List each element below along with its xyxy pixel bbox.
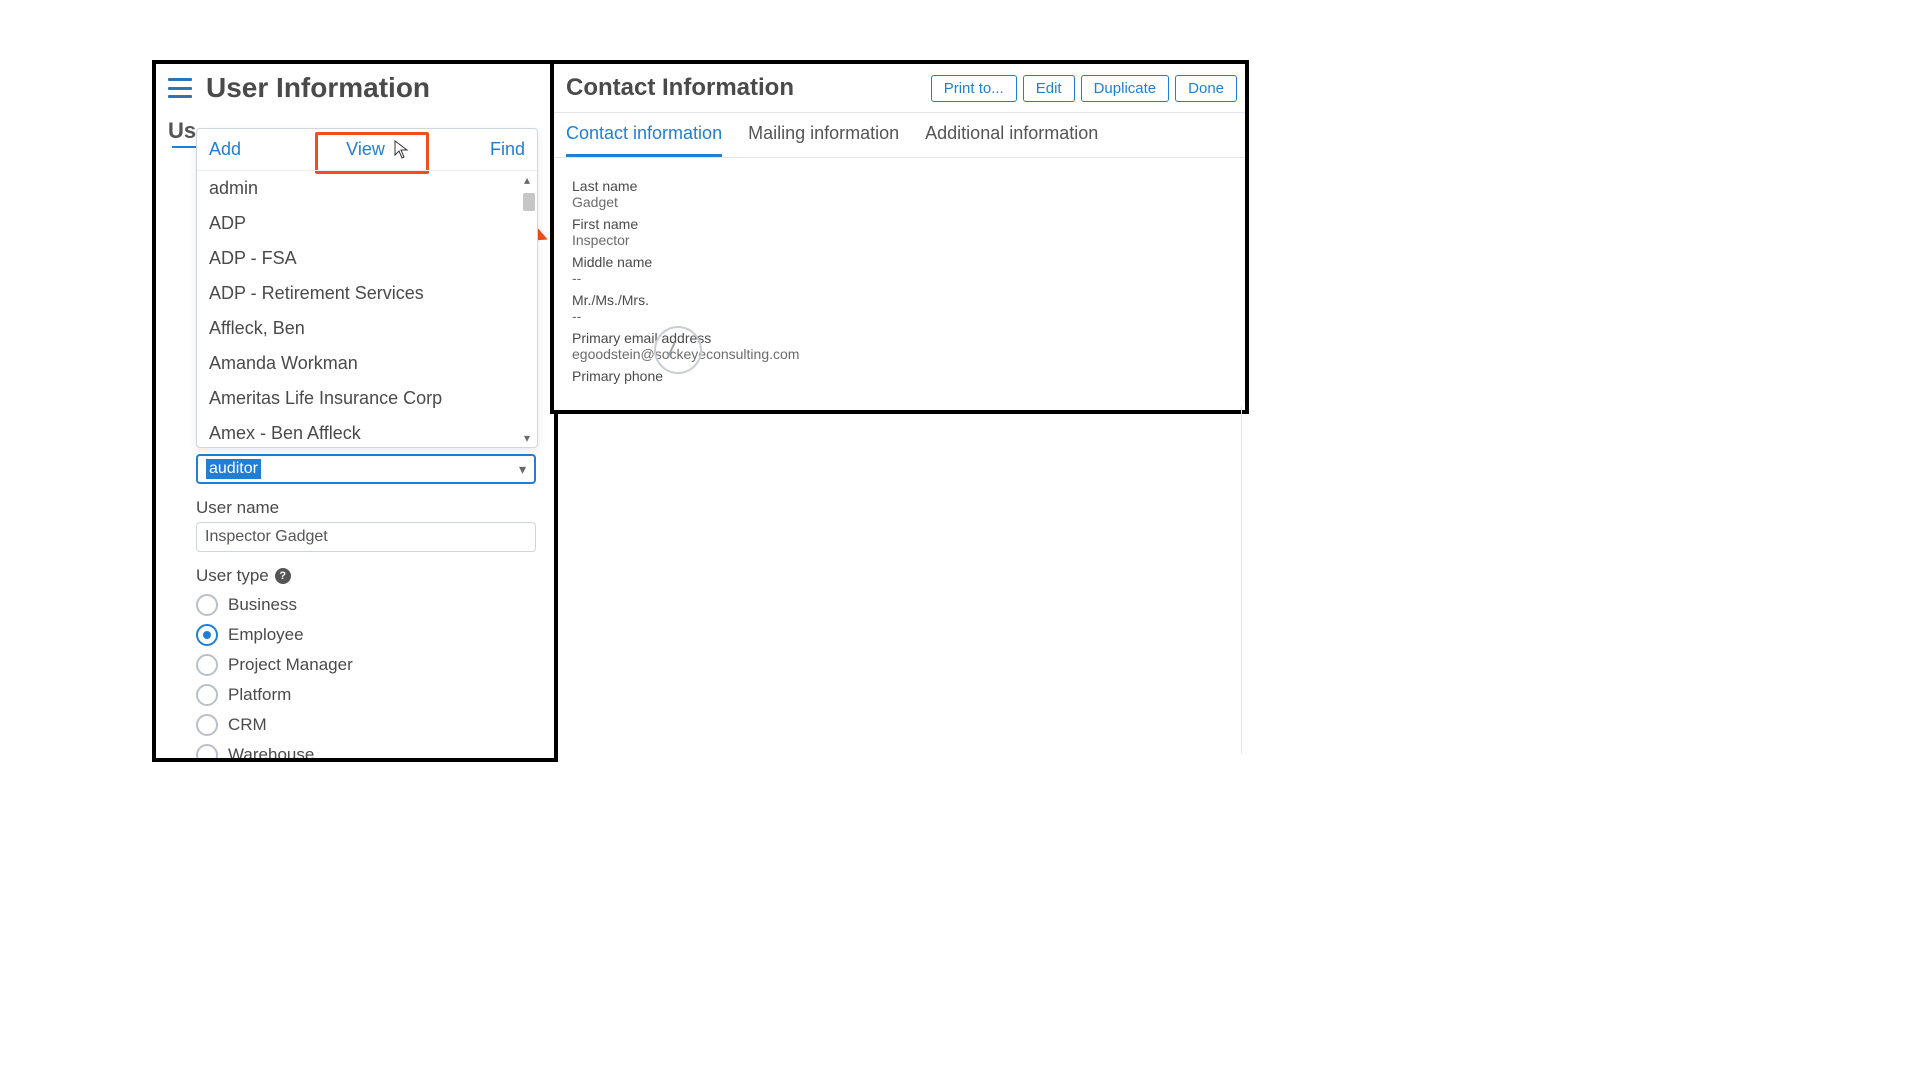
usertype-option-label: Platform (228, 685, 291, 705)
usertype-option[interactable]: Platform (196, 680, 536, 710)
find-link[interactable]: Find (490, 139, 525, 160)
username-input[interactable] (196, 522, 536, 552)
radio-icon (196, 594, 218, 616)
usertype-option[interactable]: Project Manager (196, 650, 536, 680)
salutation-label: Mr./Ms./Mrs. (572, 292, 1227, 308)
user-information-panel: User Information Us Add View Find ▴ (152, 60, 558, 762)
usertype-option-label: Business (228, 595, 297, 615)
radio-icon (196, 624, 218, 646)
radio-icon (196, 744, 218, 762)
tab-mailing-information[interactable]: Mailing information (748, 123, 899, 157)
list-item[interactable]: ADP (197, 206, 537, 241)
radio-icon (196, 714, 218, 736)
usertype-label: User type ? (196, 566, 536, 586)
scrollbar-thumb[interactable] (523, 193, 535, 211)
done-button[interactable]: Done (1175, 75, 1237, 102)
user-dropdown-panel: Add View Find ▴ admin ADP ADP - FSA ADP … (196, 128, 538, 448)
add-link[interactable]: Add (209, 139, 241, 160)
panel-hairline (550, 406, 1242, 754)
list-item[interactable]: Amanda Workman (197, 346, 537, 381)
radio-icon (196, 654, 218, 676)
usertype-option-label: CRM (228, 715, 267, 735)
first-name-value: Inspector (572, 232, 1227, 248)
menu-icon[interactable] (168, 77, 192, 99)
usertype-label-text: User type (196, 566, 269, 586)
edit-button[interactable]: Edit (1023, 75, 1075, 102)
middle-name-label: Middle name (572, 254, 1227, 270)
username-label: User name (196, 498, 536, 518)
tab-truncated: Us (168, 118, 196, 143)
scroll-up-icon[interactable]: ▴ (519, 173, 535, 187)
list-item[interactable]: ADP - Retirement Services (197, 276, 537, 311)
usertype-option[interactable]: Business (196, 590, 536, 620)
list-item[interactable]: Ameritas Life Insurance Corp (197, 381, 537, 416)
radio-icon (196, 684, 218, 706)
last-name-value: Gadget (572, 194, 1227, 210)
select-value: auditor (206, 459, 261, 479)
tab-contact-information[interactable]: Contact information (566, 123, 722, 157)
scroll-down-icon[interactable]: ▾ (519, 431, 535, 445)
list-item[interactable]: Amex - Ben Affleck (197, 416, 537, 447)
chevron-down-icon: ▾ (519, 461, 526, 478)
contact-panel-title: Contact Information (566, 74, 794, 102)
tab-additional-information[interactable]: Additional information (925, 123, 1098, 157)
first-name-label: First name (572, 216, 1227, 232)
last-name-label: Last name (572, 178, 1227, 194)
user-select[interactable]: auditor ▾ (196, 454, 536, 484)
list-item[interactable]: admin (197, 171, 537, 206)
usertype-option[interactable]: Employee (196, 620, 536, 650)
salutation-value: -- (572, 308, 1227, 324)
view-link-label: View (346, 139, 385, 159)
user-list[interactable]: ▴ admin ADP ADP - FSA ADP - Retirement S… (197, 170, 537, 447)
help-icon[interactable]: ? (275, 568, 291, 584)
page-title: User Information (206, 72, 430, 104)
middle-name-value: -- (572, 270, 1227, 286)
contact-information-panel: Contact Information Print to... Edit Dup… (550, 60, 1249, 414)
cursor-icon (394, 140, 412, 160)
print-button[interactable]: Print to... (931, 75, 1017, 102)
usertype-option-label: Project Manager (228, 655, 353, 675)
usertype-option[interactable]: Warehouse (196, 740, 536, 762)
duplicate-button[interactable]: Duplicate (1081, 75, 1170, 102)
view-link[interactable]: View (346, 139, 385, 160)
usertype-option[interactable]: CRM (196, 710, 536, 740)
loading-spinner-icon (654, 326, 702, 374)
usertype-option-label: Warehouse (228, 745, 314, 762)
usertype-radio-group: Business Employee Project Manager Platform C… (196, 590, 536, 762)
usertype-option-label: Employee (228, 625, 304, 645)
list-item[interactable]: Affleck, Ben (197, 311, 537, 346)
list-item[interactable]: ADP - FSA (197, 241, 537, 276)
